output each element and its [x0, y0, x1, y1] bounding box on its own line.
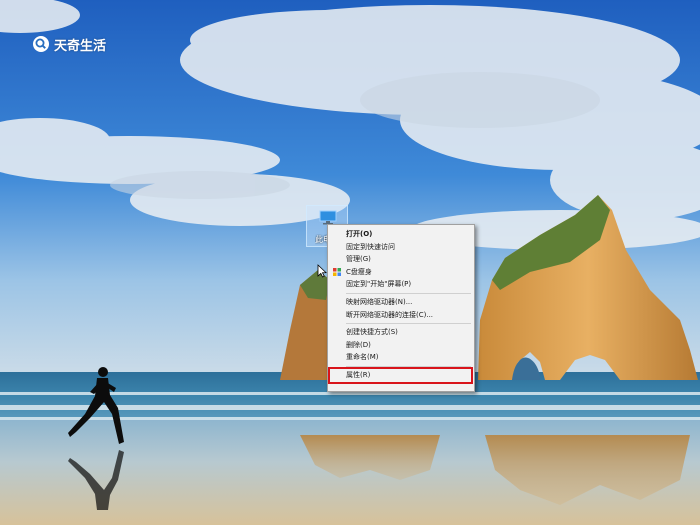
menu-item-manage[interactable]: 管理(G) — [328, 253, 474, 266]
menu-item-label: C盘瘦身 — [346, 267, 372, 276]
context-menu: 打开(O) 固定到快速访问 管理(G) C盘瘦身 固定到"开始"屏幕(P) 映射… — [327, 224, 475, 392]
desktop-icon-label: 此电脑 — [315, 235, 327, 244]
app-grid-icon — [333, 267, 341, 276]
watermark-logo: 天奇生活 — [32, 34, 106, 54]
menu-item-rename[interactable]: 重命名(M) — [328, 351, 474, 364]
menu-item-create-shortcut[interactable]: 创建快捷方式(S) — [328, 326, 474, 339]
watermark-text: 天奇生活 — [54, 38, 107, 54]
menu-item-properties[interactable]: 属性(R) — [328, 367, 473, 384]
menu-separator — [346, 292, 471, 294]
menu-separator — [346, 323, 471, 325]
menu-item-c-drive-slim[interactable]: C盘瘦身 — [328, 266, 474, 279]
search-logo-icon — [33, 36, 49, 52]
menu-item-map-network-drive[interactable]: 映射网络驱动器(N)... — [328, 296, 474, 309]
menu-item-pin-quick-access[interactable]: 固定到快速访问 — [328, 241, 474, 254]
mouse-cursor-icon — [317, 264, 327, 278]
menu-item-open[interactable]: 打开(O) — [328, 228, 474, 241]
menu-item-disconnect-network-drive[interactable]: 断开网络驱动器的连接(C)... — [328, 309, 474, 322]
menu-item-delete[interactable]: 删除(D) — [328, 339, 474, 352]
menu-separator — [346, 365, 471, 367]
menu-item-pin-start[interactable]: 固定到"开始"屏幕(P) — [328, 278, 474, 291]
